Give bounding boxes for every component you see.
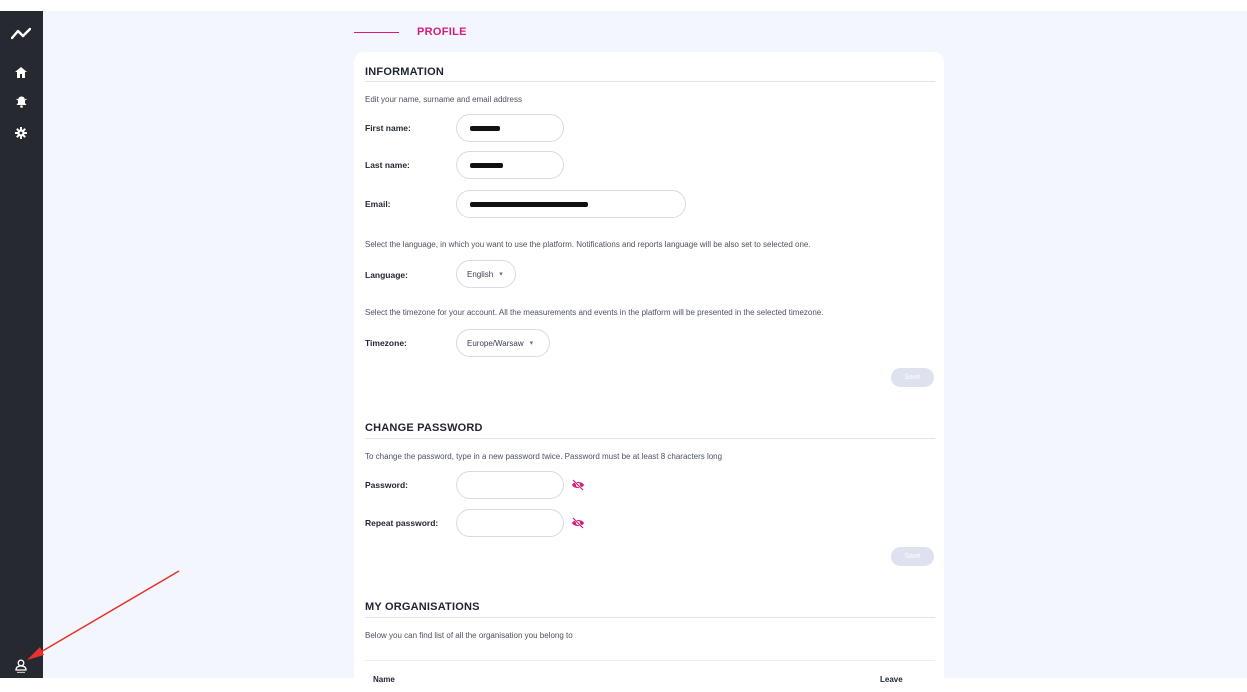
change-password-divider: [365, 438, 935, 439]
bell-icon[interactable]: [10, 91, 32, 113]
section-header-line: [354, 31, 399, 33]
eye-slash-icon[interactable]: [571, 517, 585, 529]
activity-logo-icon[interactable]: [10, 23, 32, 45]
last-name-label: Last name:: [365, 160, 410, 170]
language-label: Language:: [365, 270, 408, 280]
timezone-value: Europe/Warsaw: [467, 338, 524, 348]
repeat-password-input[interactable]: [456, 509, 564, 537]
section-header: PROFILE: [354, 24, 467, 40]
change-password-help-text: To change the password, type in a new pa…: [365, 452, 723, 461]
repeat-password-label: Repeat password:: [365, 518, 439, 528]
section-title: PROFILE: [417, 26, 467, 38]
timezone-help-text: Select the timezone for your account. Al…: [365, 308, 824, 317]
email-input[interactable]: [456, 190, 686, 218]
sidebar: [0, 11, 43, 678]
timezone-select[interactable]: Europe/Warsaw ▾: [456, 329, 550, 357]
chevron-down-icon: ▾: [529, 340, 534, 347]
password-save-button[interactable]: Save: [891, 547, 934, 566]
information-divider: [365, 81, 935, 82]
eye-slash-icon[interactable]: [571, 479, 585, 491]
home-icon[interactable]: [10, 61, 32, 83]
password-label: Password:: [365, 480, 408, 490]
information-save-button[interactable]: Save: [891, 368, 934, 387]
language-help-text: Select the language, in which you want t…: [365, 240, 811, 249]
gear-icon[interactable]: [10, 122, 32, 144]
language-value: English: [467, 269, 494, 279]
organisations-heading: MY ORGANISATIONS: [365, 601, 480, 613]
profile-card: INFORMATION Edit your name, surname and …: [354, 52, 944, 692]
information-heading: INFORMATION: [365, 66, 444, 78]
organisations-divider: [365, 617, 935, 618]
column-header-leave: Leave: [880, 675, 903, 684]
email-label: Email:: [365, 199, 391, 209]
language-select[interactable]: English ▾: [456, 260, 516, 288]
column-header-name: Name: [373, 675, 395, 684]
first-name-label: First name:: [365, 123, 411, 133]
password-input[interactable]: [456, 471, 564, 499]
information-help-text: Edit your name, surname and email addres…: [365, 95, 522, 104]
redacted-value: [470, 126, 500, 131]
user-icon[interactable]: [10, 655, 32, 677]
first-name-input[interactable]: [456, 114, 564, 142]
organisations-help-text: Below you can find list of all the organ…: [365, 631, 573, 640]
last-name-input[interactable]: [456, 151, 564, 179]
organisations-table-header: Name Leave: [365, 660, 935, 690]
timezone-label: Timezone:: [365, 338, 407, 348]
change-password-heading: CHANGE PASSWORD: [365, 422, 483, 434]
redacted-value: [470, 163, 503, 168]
redacted-value: [470, 202, 588, 207]
chevron-down-icon: ▾: [499, 271, 503, 278]
